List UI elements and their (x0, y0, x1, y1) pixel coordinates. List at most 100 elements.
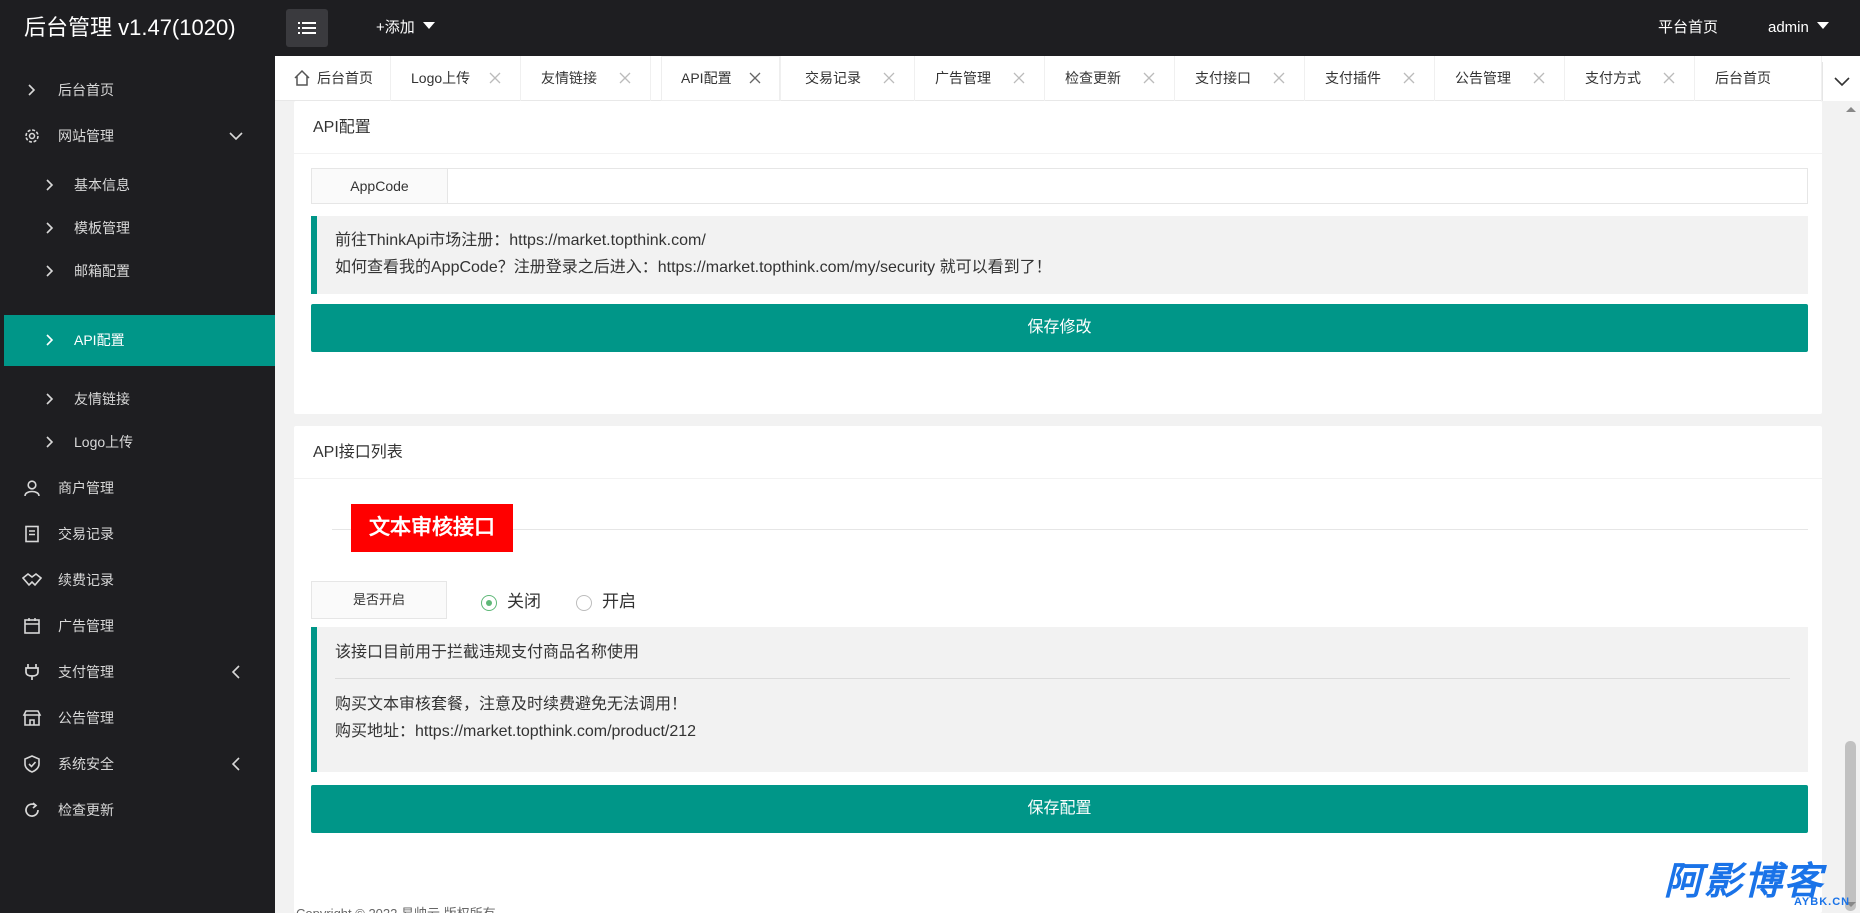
appcode-label: AppCode (312, 169, 448, 203)
tab-payment-api[interactable]: 支付接口 (1175, 56, 1305, 101)
tab-logo-upload[interactable]: Logo上传 (391, 56, 521, 101)
sidebar-item-check-update[interactable]: 检查更新 (0, 787, 275, 833)
tab-payment-plugins[interactable]: 支付插件 (1305, 56, 1435, 101)
tab-friend-links[interactable]: 友情链接 (521, 56, 651, 101)
chevron-left-icon (231, 665, 240, 679)
sidebar-item-ads[interactable]: 广告管理 (0, 603, 275, 649)
sidebar-item-api-config[interactable]: API配置 (4, 315, 275, 366)
footer-copyright: Copyright © 2022 易帅云 版权所有 (296, 903, 496, 913)
top-header: 后台管理 v1.47(1020) +添加 平台首页 admin (0, 0, 1860, 56)
sidebar-item-email-config[interactable]: 邮箱配置 (0, 248, 275, 294)
note-line: 前往ThinkApi市场注册：https://market.topthink.c… (335, 232, 706, 249)
calendar-icon (22, 616, 42, 636)
tab-announcements[interactable]: 公告管理 (1435, 56, 1565, 101)
api-config-note: 前往ThinkApi市场注册：https://market.topthink.c… (311, 216, 1808, 294)
chevron-right-icon (40, 432, 60, 452)
close-icon[interactable] (618, 71, 632, 85)
appcode-input[interactable] (449, 169, 1807, 203)
close-icon[interactable] (882, 71, 896, 85)
store-icon (22, 708, 42, 728)
tab-dashboard-2[interactable]: 后台首页 (1695, 56, 1822, 101)
radio-label: 关闭 (507, 592, 541, 611)
sidebar-item-merchants[interactable]: 商户管理 (0, 465, 275, 511)
close-icon[interactable] (1532, 71, 1546, 85)
sidebar-item-label: 续费记录 (58, 572, 114, 588)
chevron-right-icon (40, 175, 60, 195)
chevron-right-icon (40, 261, 60, 281)
scroll-up-icon[interactable] (1846, 107, 1856, 112)
sidebar-item-announcements[interactable]: 公告管理 (0, 695, 275, 741)
api-config-card: API配置 AppCode 前往ThinkApi市场注册：https://mar… (294, 101, 1822, 414)
close-icon[interactable] (1402, 71, 1416, 85)
tab-label: 检查更新 (1065, 70, 1121, 86)
note-line: 如何查看我的AppCode？注册登录之后进入：https://market.to… (335, 259, 1052, 276)
tab-label: Logo上传 (411, 70, 471, 86)
sidebar-item-payment-management[interactable]: 支付管理 (0, 649, 275, 695)
sidebar-item-label: 基本信息 (74, 177, 130, 193)
list-icon (298, 22, 316, 34)
close-icon[interactable] (488, 71, 502, 85)
note-line: 购买文本审核套餐，注意及时续费避免无法调用！ (335, 696, 688, 713)
home-icon (294, 69, 310, 86)
sidebar-item-label: 公告管理 (58, 710, 114, 726)
radio-off[interactable]: 关闭 (481, 583, 561, 621)
user-name: admin (1768, 19, 1809, 36)
chevron-right-icon (40, 389, 60, 409)
watermark: 阿影博客 AYBK.CN (1664, 862, 1849, 908)
tab-label: 后台首页 (317, 70, 373, 86)
platform-home-link[interactable]: 平台首页 (1658, 0, 1718, 56)
caret-down-icon (1816, 22, 1829, 29)
card-title: API接口列表 (294, 426, 1822, 479)
tab-label: 交易记录 (805, 70, 861, 86)
api-list-note: 该接口目前用于拦截违规支付商品名称使用 购买文本审核套餐，注意及时续费避免无法调… (311, 627, 1808, 772)
sidebar-item-templates[interactable]: 模板管理 (0, 205, 275, 251)
sidebar-item-transactions[interactable]: 交易记录 (0, 511, 275, 557)
sidebar-item-security[interactable]: 系统安全 (0, 741, 275, 787)
sidebar-item-site-management[interactable]: 网站管理 (0, 113, 275, 159)
vertical-scrollbar[interactable] (1841, 101, 1860, 913)
tab-label: 支付插件 (1325, 70, 1381, 86)
tab-label: 友情链接 (541, 70, 597, 86)
shield-icon (22, 754, 42, 774)
radio-on[interactable]: 开启 (576, 583, 656, 621)
close-icon[interactable] (1142, 71, 1156, 85)
sidebar-item-friend-links[interactable]: 友情链接 (0, 376, 275, 422)
watermark-sub: AYBK.CN (1794, 896, 1851, 908)
tab-more-button[interactable] (1822, 62, 1860, 102)
tab-transactions[interactable]: 交易记录 (785, 56, 915, 101)
close-icon[interactable] (1662, 71, 1676, 85)
sidebar-item-logo-upload[interactable]: Logo上传 (0, 419, 275, 465)
tab-check-update[interactable]: 检查更新 (1045, 56, 1175, 101)
close-icon[interactable] (1012, 71, 1026, 85)
tab-api-config[interactable]: API配置 (661, 56, 781, 101)
tab-bar: 后台首页 Logo上传 友情链接 API配置 交易记录 广告管理 检查更新 支付… (275, 56, 1860, 102)
add-menu-label: +添加 (376, 19, 415, 36)
sidebar-item-label: API配置 (74, 332, 125, 348)
user-menu[interactable]: admin (1768, 0, 1829, 56)
menu-toggle-button[interactable] (286, 9, 328, 47)
save-changes-button[interactable]: 保存修改 (311, 304, 1808, 352)
sidebar: 后台首页 网站管理 基本信息 模板管理 邮箱配置 API配置 友情链接 Logo… (0, 56, 275, 913)
sidebar-item-basic-info[interactable]: 基本信息 (0, 162, 275, 208)
note-divider (335, 678, 1790, 679)
chevron-down-icon (1833, 77, 1850, 87)
sidebar-item-dashboard[interactable]: 后台首页 (0, 67, 275, 113)
refresh-icon (22, 800, 42, 820)
tab-payment-methods[interactable]: 支付方式 (1565, 56, 1695, 101)
tab-ads[interactable]: 广告管理 (915, 56, 1045, 101)
add-menu[interactable]: +添加 (376, 0, 435, 56)
close-icon[interactable] (748, 71, 762, 85)
scroll-thumb[interactable] (1845, 741, 1856, 911)
api-list-card: API接口列表 文本审核接口 是否开启 关闭 开启 该接口目前用于拦截违规支付商… (294, 426, 1822, 913)
sidebar-item-label: 商户管理 (58, 480, 114, 496)
sidebar-item-renewals[interactable]: 续费记录 (0, 557, 275, 603)
tab-dashboard[interactable]: 后台首页 (275, 56, 391, 101)
chevron-left-icon (231, 757, 240, 771)
tab-label: API配置 (681, 70, 732, 86)
close-icon[interactable] (1272, 71, 1286, 85)
save-config-button[interactable]: 保存配置 (311, 785, 1808, 833)
sidebar-item-label: 支付管理 (58, 664, 114, 680)
tab-label: 后台首页 (1715, 70, 1771, 86)
gear-icon (22, 126, 42, 146)
appcode-row: AppCode (311, 168, 1808, 204)
